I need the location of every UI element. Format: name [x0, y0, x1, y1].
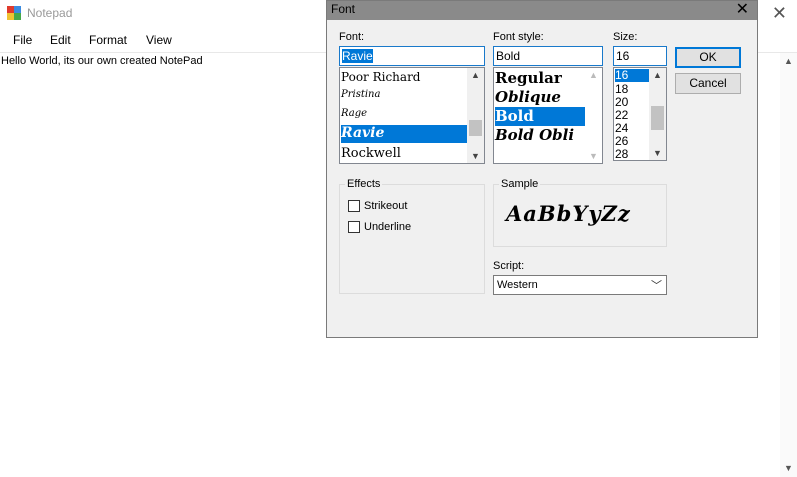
size-item-16[interactable]: 16 [615, 69, 649, 82]
size-scroll-up-icon[interactable]: ▲ [653, 70, 662, 80]
size-item-18[interactable]: 18 [615, 82, 628, 96]
script-select[interactable]: Western ﹀ [493, 275, 667, 295]
style-item-bold[interactable]: Bold [495, 107, 586, 126]
font-list-scrollbar[interactable]: ▲ ▼ [467, 68, 484, 163]
style-item-bold-oblique[interactable]: Bold Obli [495, 126, 574, 144]
effects-group [339, 184, 485, 294]
dialog-titlebar: Font ✕ [327, 1, 757, 20]
script-value: Western [497, 279, 538, 291]
font-item-rage[interactable]: Rage [341, 108, 367, 119]
font-style-input[interactable]: Bold [493, 46, 603, 66]
font-label: Font: [339, 31, 365, 43]
sample-label: Sample [499, 178, 541, 190]
size-label: Size: [613, 31, 638, 43]
effects-label: Effects [345, 178, 383, 190]
font-name-input[interactable]: Ravie [339, 46, 485, 66]
window-title: Notepad [27, 6, 73, 20]
editor-scrollbar[interactable]: ▲ ▼ [780, 53, 797, 477]
style-list-scrollbar[interactable]: ▲ ▼ [585, 68, 602, 163]
scroll-up-icon[interactable]: ▲ [784, 56, 793, 66]
size-input[interactable]: 16 [613, 46, 667, 66]
font-item-pristina[interactable]: Pristina [341, 89, 380, 100]
font-scroll-down-icon[interactable]: ▼ [471, 151, 480, 161]
editor-text: Hello World, its our own created NotePad [1, 55, 203, 67]
size-item-22[interactable]: 22 [615, 108, 628, 122]
menu-edit[interactable]: Edit [50, 33, 71, 47]
ok-button[interactable]: OK [675, 47, 741, 68]
size-scroll-down-icon[interactable]: ▼ [653, 148, 662, 158]
style-scroll-down-icon[interactable]: ▼ [589, 151, 598, 161]
scroll-down-icon[interactable]: ▼ [784, 463, 793, 473]
sample-group: AaBbYyZz [493, 184, 667, 247]
size-item-26[interactable]: 26 [615, 134, 628, 148]
underline-checkbox[interactable] [348, 221, 360, 233]
font-item-rockwell[interactable]: Rockwell [341, 146, 401, 161]
script-label: Script: [493, 260, 525, 272]
close-icon[interactable]: ✕ [772, 3, 787, 23]
strikeout-label: Strikeout [364, 200, 408, 212]
font-style-list[interactable]: Regular Oblique Bold Bold Obli ▲ ▼ [493, 67, 603, 164]
style-item-regular[interactable]: Regular [495, 69, 562, 87]
notepad-app-icon [7, 6, 21, 20]
font-scroll-up-icon[interactable]: ▲ [471, 70, 480, 80]
size-scroll-thumb[interactable] [651, 106, 664, 130]
strikeout-checkbox[interactable] [348, 200, 360, 212]
dialog-close-icon[interactable]: ✕ [736, 0, 749, 19]
font-name-value: Ravie [342, 49, 373, 63]
menu-file[interactable]: File [13, 33, 32, 47]
size-item-28[interactable]: 28 [615, 147, 628, 160]
underline-label: Underline [364, 221, 412, 233]
dialog-title: Font [331, 2, 356, 16]
sample-preview: AaBbYyZz [506, 201, 631, 226]
size-value: 16 [616, 49, 630, 63]
size-list-scrollbar[interactable]: ▲ ▼ [649, 68, 666, 160]
size-item-20[interactable]: 20 [615, 95, 628, 109]
cancel-button[interactable]: Cancel [675, 73, 741, 94]
size-list[interactable]: 16 18 20 22 24 26 28 ▲ ▼ [613, 67, 667, 161]
chevron-down-icon: ﹀ [651, 280, 662, 292]
font-list[interactable]: Poor Richard Pristina Rage Ravie Rockwel… [339, 67, 485, 164]
menu-view[interactable]: View [146, 33, 172, 47]
style-item-oblique[interactable]: Oblique [495, 88, 561, 106]
font-item-poor-richard[interactable]: Poor Richard [341, 70, 420, 84]
font-style-value: Bold [496, 49, 521, 63]
font-dialog: Font ✕ Font: Ravie Poor Richard Pristina… [326, 0, 758, 338]
size-item-24[interactable]: 24 [615, 121, 628, 135]
font-scroll-thumb[interactable] [469, 120, 482, 136]
font-style-label: Font style: [493, 31, 544, 43]
style-scroll-up-icon[interactable]: ▲ [589, 70, 598, 80]
menu-format[interactable]: Format [89, 33, 127, 47]
font-item-ravie[interactable]: Ravie [341, 125, 467, 143]
